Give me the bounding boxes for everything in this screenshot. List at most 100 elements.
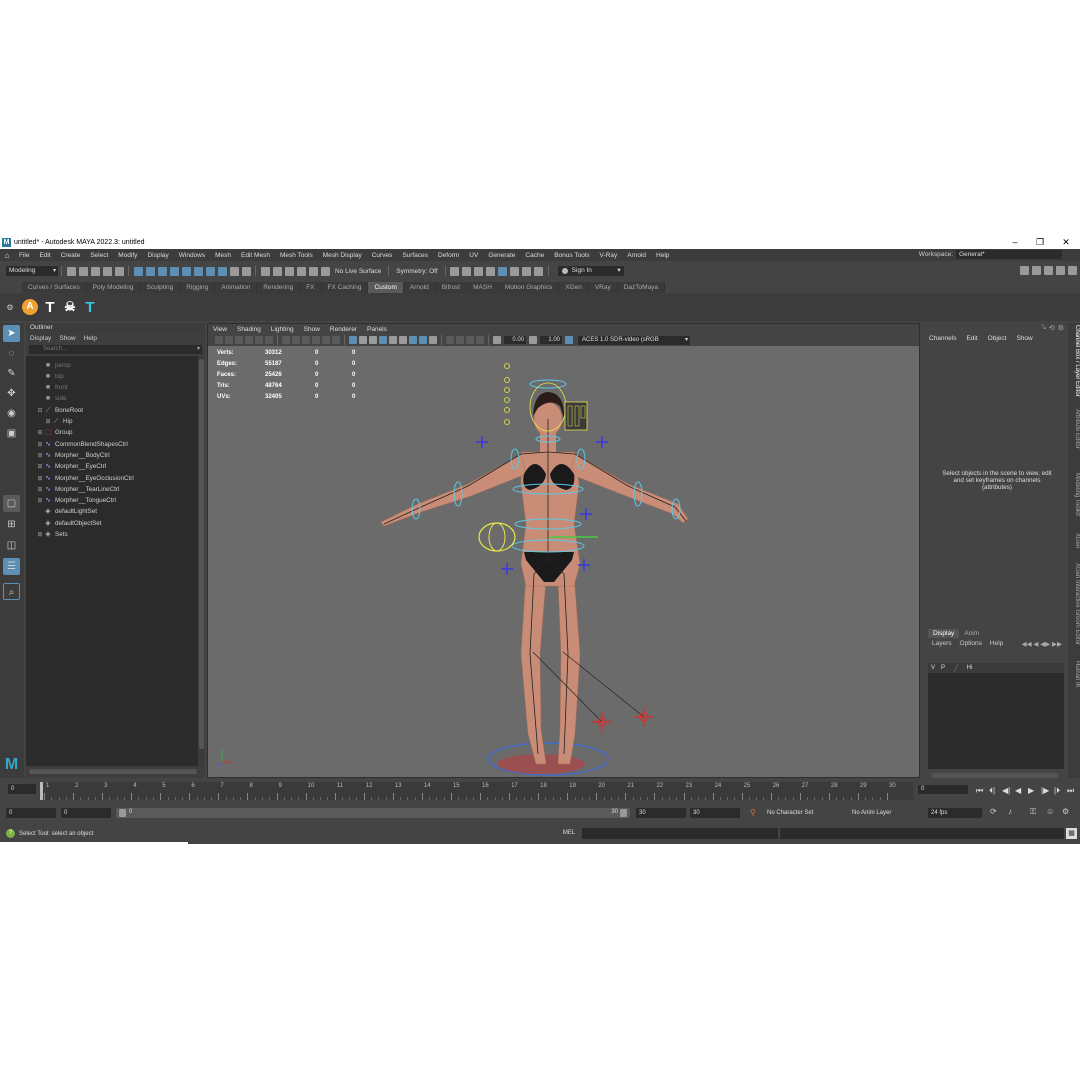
lock-icon[interactable] [229,266,239,276]
character-icon[interactable]: ☺ [1046,807,1054,816]
scene-end-field[interactable]: 30 [690,808,740,818]
channel-box-toggle-icon[interactable] [1067,266,1077,275]
menu-mesh-display[interactable]: Mesh Display [318,252,367,259]
outliner-item[interactable]: ⊞ ∿ Morpher__EyeOcclusionCtrl [36,473,133,483]
head-controller[interactable] [529,379,567,389]
outliner-item[interactable]: ⊞ ◈ Sets [36,530,67,540]
live-surface-label[interactable]: No Live Surface [335,268,381,275]
outliner-item[interactable]: ⊞ ∿ Morpher__TearLineCtrl [36,484,119,494]
outliner-item[interactable]: ⊞ ⟋ Hip [44,417,72,427]
shelf-tab-fx[interactable]: FX [300,282,322,293]
range-slider[interactable]: 0 30 [116,808,630,818]
two-view-layout-icon[interactable]: ◫ [3,537,20,554]
ik-fk-switch-controller-inner[interactable] [488,522,506,552]
mel-toggle[interactable]: MEL [558,829,580,838]
outliner-item[interactable]: ◈ defaultLightSet [36,507,97,517]
select-tool-icon[interactable]: ➤ [3,325,20,342]
ik-fk-switch-controller[interactable] [478,522,516,552]
side-tab-xgen[interactable]: XGen [1068,533,1080,548]
move-tool-icon[interactable]: ✥ [3,385,20,402]
range-end-handle[interactable] [620,809,627,817]
maximize-button[interactable]: ❐ [1027,236,1053,249]
single-perspective-layout-icon[interactable]: ▢ [3,495,20,512]
layer-visibility[interactable]: V [928,665,938,671]
menu-uv[interactable]: UV [464,252,483,259]
layer-row[interactable]: V P ╱ Hi [928,663,1064,673]
expand-toggle-icon[interactable]: ⊞ [36,441,44,448]
modeling-toolkit-toggle-icon[interactable] [1019,266,1029,275]
menuset-dropdown[interactable]: Modeling [6,266,58,276]
t-pose-cyan-icon[interactable]: T [81,298,99,316]
loop-icon[interactable]: ⟳ [990,807,997,816]
home-icon[interactable]: ⌂ [0,251,14,260]
shelf-tab-animation[interactable]: Animation [215,282,258,293]
mask-icon[interactable] [217,266,227,276]
step-back-frame-icon[interactable]: ◀| [1002,786,1010,795]
outliner-item[interactable]: ■ side [36,394,67,404]
shelf-tab-arnold[interactable]: Arnold [403,282,436,293]
cb-menu-edit[interactable]: Edit [961,335,982,342]
paint-select-icon[interactable]: ✎ [3,365,20,382]
four-view-layout-icon[interactable]: ⊞ [3,516,20,533]
play-forward-icon[interactable]: ▶ [1028,786,1034,795]
menu-arnold[interactable]: Arnold [622,252,651,259]
character-controls-toggle-icon[interactable] [1031,266,1041,275]
layer-menu-options[interactable]: Options [956,640,986,647]
viewport-search-icon[interactable]: ⌕ [3,583,20,600]
close-button[interactable]: ✕ [1053,236,1079,249]
shelf-tab-rigging[interactable]: Rigging [180,282,216,293]
layer-name[interactable]: Hi [964,665,976,671]
settings-icon[interactable]: ⚙ [1058,324,1064,332]
outliner-menu-display[interactable]: Display [26,335,55,342]
eye-target-controller[interactable] [504,363,510,369]
rotate-tool-icon[interactable]: ◉ [3,405,20,422]
menu-surfaces[interactable]: Surfaces [397,252,433,259]
menu-help[interactable]: Help [651,252,674,259]
render-view-icon[interactable] [510,266,520,276]
range-start-handle[interactable] [119,809,126,817]
current-time-marker[interactable] [40,782,43,800]
select-object-icon[interactable] [145,266,155,276]
side-tab-xgen-interactive-groom-editor[interactable]: XGen Interactive Groom Editor [1068,563,1080,645]
side-tab-modeling-toolkit[interactable]: Modeling Toolkit [1068,473,1080,516]
layer-color-icon[interactable]: ╱ [948,665,964,672]
outliner-item[interactable]: ⊟ ⟋ BoneRoot [36,405,83,415]
outliner-item[interactable]: ⊞ ∿ Morpher__EyeCtrl [36,462,106,472]
outliner-item[interactable]: ⊞ ⬚ Group [36,428,72,438]
menu-modify[interactable]: Modify [113,252,142,259]
shelf-tab-daztomaya[interactable]: DazToMaya [617,282,666,293]
menu-create[interactable]: Create [56,252,86,259]
shelf-tab-custom[interactable]: Custom [368,282,404,293]
eye-target-controller[interactable] [504,387,510,393]
playback-end-field[interactable]: 30 [636,808,686,818]
go-to-end-icon[interactable]: ⏭ [1067,786,1074,796]
highlight-icon[interactable] [241,266,251,276]
menu-edit[interactable]: Edit [34,252,55,259]
go-to-start-icon[interactable]: ⏮ [976,786,983,796]
outliner-item[interactable]: ⊞ ∿ CommonBlendShapesCtrl [36,439,127,449]
shelf-tab-poly-modeling[interactable]: Poly Modeling [86,282,141,293]
cb-menu-channels[interactable]: Channels [924,335,961,342]
mask-icon[interactable] [193,266,203,276]
eye-target-controller[interactable] [504,419,510,425]
command-input[interactable] [582,828,778,839]
step-back-key-icon[interactable]: ⏴| [989,786,995,796]
outliner-layout-icon[interactable]: ☰ [3,558,20,575]
snap-point-icon[interactable] [284,266,294,276]
shelf-settings-gear-icon[interactable]: ⚙ [0,303,20,312]
hypershade-icon[interactable] [498,266,508,276]
menu-curves[interactable]: Curves [367,252,398,259]
menu-deform[interactable]: Deform [433,252,464,259]
expand-toggle-icon[interactable]: ⊞ [36,497,44,504]
outliner-menu-show[interactable]: Show [55,335,79,342]
menu-bonus-tools[interactable]: Bonus Tools [549,252,594,259]
side-tab-channel-box-layer-editor[interactable]: Channel Box / Layer Editor [1068,325,1080,397]
menu-v-ray[interactable]: V-Ray [595,252,623,259]
pole-vector-targets[interactable] [592,707,654,732]
outliner-item[interactable]: ⊞ ∿ Morpher__TongueCtrl [36,496,115,506]
outliner-hscrollbar[interactable] [29,769,197,774]
shelf-tab-fx-caching[interactable]: FX Caching [321,282,369,293]
layer-menu-layers[interactable]: Layers [928,640,956,647]
snap-curve-icon[interactable] [272,266,282,276]
menu-cache[interactable]: Cache [520,252,549,259]
